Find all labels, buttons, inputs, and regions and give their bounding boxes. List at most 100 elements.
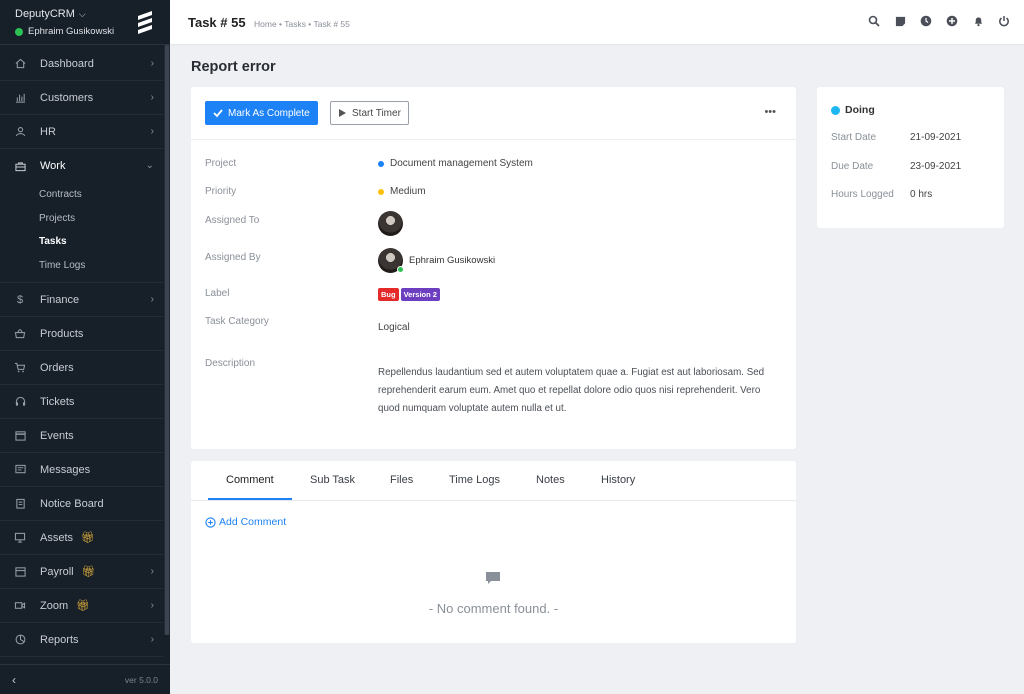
sidebar-item-label: Events (40, 429, 74, 442)
clock-icon[interactable] (920, 15, 932, 27)
company-name: DeputyCRM (15, 8, 75, 20)
sidebar-nav: Dashboard › Customers › HR › Work ⌄ Cont… (0, 47, 164, 657)
avatar[interactable] (378, 211, 403, 236)
task-status-card: Doing Start Date 21-09-2021 Due Date 23-… (817, 87, 1004, 228)
avatar[interactable] (378, 248, 404, 273)
sidebar-item-products[interactable]: Products (0, 317, 164, 351)
comment-icon (486, 572, 500, 584)
plus-circle-icon[interactable] (946, 15, 958, 27)
empty-comments-message: - No comment found. - (428, 601, 559, 616)
assigned-to-label: Assigned To (205, 215, 260, 226)
company-switcher[interactable]: DeputyCRM ⌵ (15, 8, 86, 20)
sidebar-item-label: Dashboard (40, 57, 94, 70)
tab-time-logs[interactable]: Time Logs (449, 474, 500, 486)
gift-icon: 🎁︎ (76, 600, 91, 612)
due-date-value: 23-09-2021 (910, 161, 962, 172)
search-icon[interactable] (868, 15, 880, 27)
headset-icon (14, 396, 26, 408)
start-date-value: 21-09-2021 (910, 132, 962, 143)
description-label: Description (205, 358, 256, 369)
briefcase-icon (14, 160, 26, 172)
priority-value: Medium (378, 186, 426, 197)
current-user[interactable]: Ephraim Gusikowski (15, 26, 114, 37)
chevron-right-icon: › (150, 566, 154, 577)
label-tags: Bug Version 2 (378, 288, 440, 301)
sidebar-item-zoom[interactable]: Zoom 🎁︎ › (0, 589, 164, 623)
message-icon (14, 464, 26, 476)
power-icon[interactable] (998, 15, 1010, 27)
task-details-card: Mark As Complete Start Timer ••• Project… (191, 87, 796, 449)
sidebar-item-tickets[interactable]: Tickets (0, 385, 164, 419)
assigned-by-name: Ephraim Gusikowski (409, 255, 496, 266)
breadcrumb: Home • Tasks • Task # 55 (254, 19, 350, 29)
sidebar-item-dashboard[interactable]: Dashboard › (0, 47, 164, 81)
add-comment-label: Add Comment (219, 516, 287, 528)
sidebar-scrollbar[interactable] (164, 45, 170, 635)
assigned-by-value[interactable]: Ephraim Gusikowski (378, 248, 495, 273)
sidebar-item-messages[interactable]: Messages (0, 453, 164, 487)
chevron-right-icon: › (150, 126, 154, 137)
plus-circle-icon (205, 516, 216, 528)
bell-icon[interactable] (972, 15, 984, 27)
active-tab-indicator (208, 498, 292, 500)
sidebar-item-finance[interactable]: $ Finance › (0, 283, 164, 317)
priority-name: Medium (390, 186, 426, 197)
sidebar-subitem-contracts[interactable]: Contracts (0, 183, 164, 207)
description-text: Repellendus laudantium sed et autem volu… (378, 367, 765, 414)
sidebar-item-label: HR (40, 125, 56, 138)
task-actions-bar: Mark As Complete Start Timer ••• (191, 87, 796, 140)
more-options-icon[interactable]: ••• (764, 106, 776, 118)
person-icon (14, 126, 26, 138)
sticky-note-icon[interactable] (894, 15, 906, 27)
start-timer-button[interactable]: Start Timer (330, 101, 409, 125)
home-icon (14, 58, 26, 70)
sidebar-item-work[interactable]: Work ⌄ (0, 149, 164, 183)
sidebar-item-label: Reports (40, 633, 79, 646)
sidebar-item-hr[interactable]: HR › (0, 115, 164, 149)
sidebar-item-events[interactable]: Events (0, 419, 164, 453)
check-icon (213, 109, 223, 118)
tab-notes[interactable]: Notes (536, 474, 565, 486)
project-name: Document management System (390, 158, 533, 169)
tab-comment[interactable]: Comment (226, 474, 274, 486)
sidebar-item-notice-board[interactable]: Notice Board (0, 487, 164, 521)
sidebar-header: DeputyCRM ⌵ Ephraim Gusikowski (0, 0, 170, 45)
assigned-by-label: Assigned By (205, 252, 261, 263)
sidebar-item-payroll[interactable]: Payroll 🎁︎ › (0, 555, 164, 589)
tab-files[interactable]: Files (390, 474, 413, 486)
sidebar-subitem-tasks[interactable]: Tasks (0, 230, 164, 254)
project-color-dot (378, 160, 384, 167)
project-value[interactable]: Document management System (378, 158, 533, 169)
sidebar-item-customers[interactable]: Customers › (0, 81, 164, 115)
scrollbar-thumb[interactable] (165, 45, 169, 635)
sidebar-subitem-time-logs[interactable]: Time Logs (0, 254, 164, 278)
sidebar-item-reports[interactable]: Reports › (0, 623, 164, 657)
page-title: Task # 55 (188, 15, 246, 30)
gift-icon: 🎁︎ (81, 566, 96, 578)
sidebar-item-assets[interactable]: Assets 🎁︎ (0, 521, 164, 555)
task-category-value: Logical (378, 322, 410, 333)
task-heading: Report error (191, 59, 276, 75)
chevron-right-icon: › (150, 92, 154, 103)
tab-sub-task[interactable]: Sub Task (310, 474, 355, 486)
sidebar-item-orders[interactable]: Orders (0, 351, 164, 385)
task-category-label: Task Category (205, 316, 269, 327)
topbar-actions (868, 15, 1010, 27)
collapse-sidebar-icon[interactable]: ‹ (12, 673, 16, 687)
task-tabs-card: Comment Sub Task Files Time Logs Notes H… (191, 461, 796, 643)
online-status-icon (397, 266, 404, 273)
status-dot-icon (831, 105, 840, 115)
tab-history[interactable]: History (601, 474, 635, 486)
assigned-to-value[interactable] (378, 211, 403, 236)
sidebar-subitem-projects[interactable]: Projects (0, 207, 164, 231)
add-comment-link[interactable]: Add Comment (205, 516, 286, 528)
tab-bar: Comment Sub Task Files Time Logs Notes H… (191, 461, 796, 501)
app-version: ver 5.0.0 (124, 675, 158, 685)
label-label: Label (205, 288, 230, 299)
sidebar-item-label: Products (40, 327, 84, 340)
bar-chart-icon (14, 92, 26, 104)
mark-complete-button[interactable]: Mark As Complete (205, 101, 318, 125)
sidebar-item-label: Assets (40, 531, 74, 544)
status-text: Doing (845, 104, 875, 116)
sidebar-item-label: Messages (40, 463, 91, 476)
